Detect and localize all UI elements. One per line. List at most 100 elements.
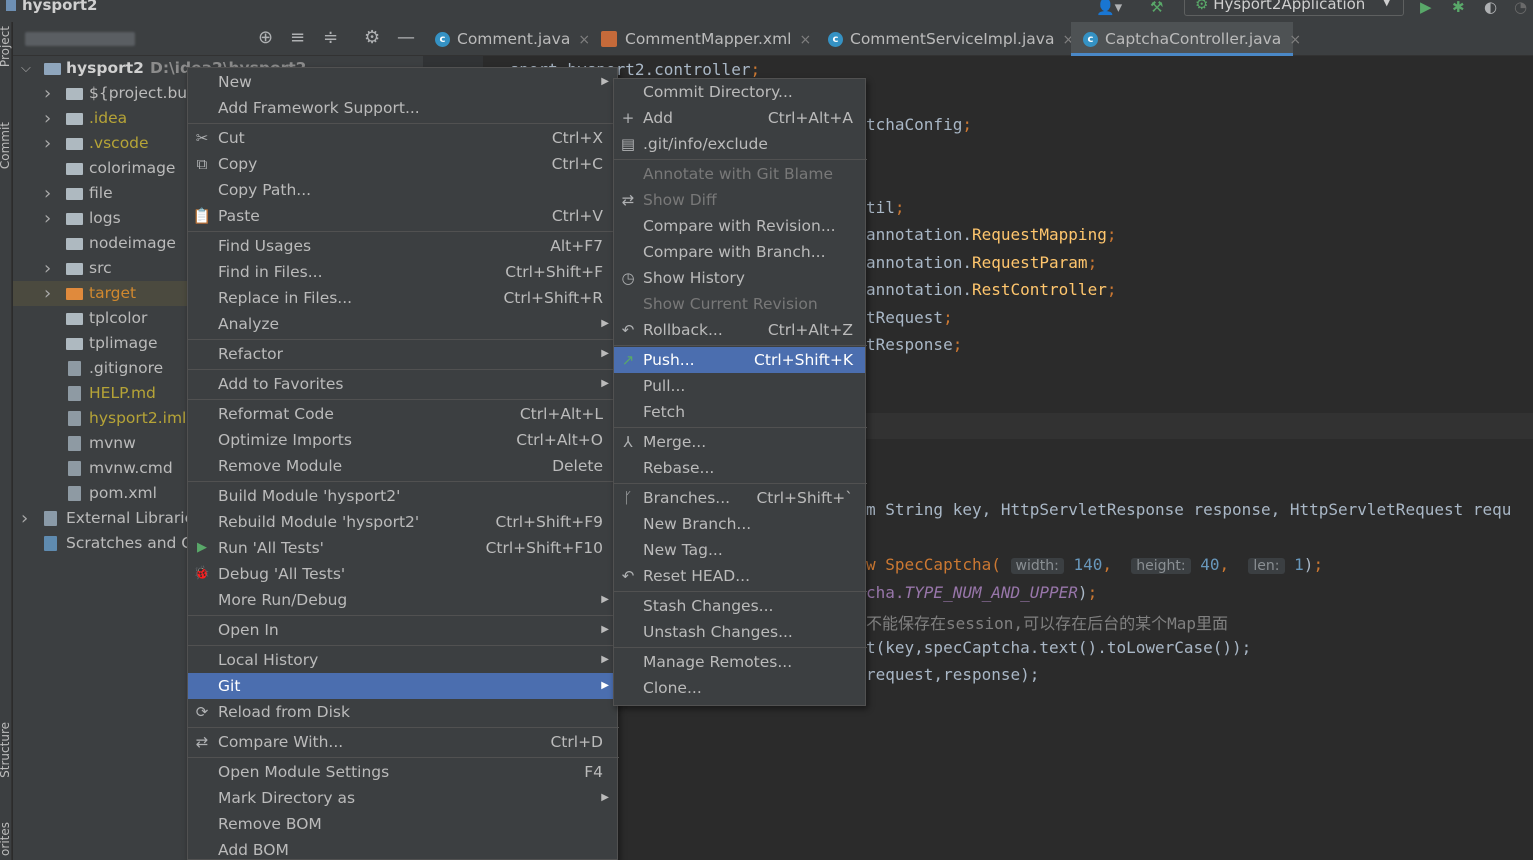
menu-item-reformat-code[interactable]: Reformat Code Ctrl+Alt+L bbox=[188, 401, 617, 427]
menu-item-git[interactable]: Git ▶ bbox=[188, 673, 617, 699]
favorites-tool-tab[interactable]: orites bbox=[0, 822, 12, 856]
project-title[interactable]: hysport2 bbox=[6, 0, 97, 14]
chevron-right-icon: ▶ bbox=[601, 680, 609, 691]
git-menu-item-merge[interactable]: ⅄ Merge... bbox=[614, 429, 865, 455]
menu-item-shortcut: Ctrl+Alt+L bbox=[519, 405, 603, 423]
gear-icon[interactable]: ⚙ bbox=[364, 27, 380, 48]
chevron-right-icon[interactable]: › bbox=[44, 131, 56, 156]
git-menu-item-unstash-changes[interactable]: Unstash Changes... bbox=[614, 619, 865, 645]
menu-item-optimize-imports[interactable]: Optimize Imports Ctrl+Alt+O bbox=[188, 427, 617, 453]
git-menu-item-add[interactable]: + Add Ctrl+Alt+A bbox=[614, 105, 865, 131]
menu-item-paste[interactable]: 📋 Paste Ctrl+V bbox=[188, 203, 617, 229]
expand-all-icon[interactable]: ≡ bbox=[290, 27, 305, 48]
git-menu-item-push[interactable]: ↗ Push... Ctrl+Shift+K bbox=[614, 347, 865, 373]
git-menu-item-pull[interactable]: Pull... bbox=[614, 373, 865, 399]
close-icon[interactable]: × bbox=[1289, 32, 1301, 48]
project-icon bbox=[6, 0, 16, 11]
locate-icon[interactable]: ⊕ bbox=[258, 27, 273, 48]
rollback-icon: ↶ bbox=[621, 321, 635, 339]
git-menu-item-new-branch[interactable]: New Branch... bbox=[614, 511, 865, 537]
tab-comment-java[interactable]: c Comment.java × bbox=[423, 22, 590, 56]
menu-item-label: Build Module 'hysport2' bbox=[218, 487, 401, 505]
tab-commentmapper-xml[interactable]: CommentMapper.xml × bbox=[591, 22, 813, 56]
git-menu-item-commit-directory[interactable]: Commit Directory... bbox=[614, 79, 865, 105]
menu-item-reload-from-disk[interactable]: ⟳ Reload from Disk bbox=[188, 699, 617, 725]
chevron-right-icon: ▶ bbox=[601, 654, 609, 665]
chevron-right-icon[interactable]: › bbox=[21, 506, 33, 531]
menu-item-shortcut: Ctrl+C bbox=[551, 155, 603, 173]
tree-item-label: tplimage bbox=[89, 334, 158, 352]
tab-label: Comment.java bbox=[457, 30, 571, 48]
commit-tool-tab[interactable]: Commit bbox=[0, 122, 12, 169]
run-icon[interactable]: ▶ bbox=[1420, 0, 1432, 16]
close-icon[interactable]: × bbox=[578, 32, 590, 48]
menu-item-copy-path[interactable]: Copy Path... bbox=[188, 177, 617, 203]
menu-item-local-history[interactable]: Local History ▶ bbox=[188, 647, 617, 673]
menu-item-more-run-debug[interactable]: More Run/Debug ▶ bbox=[188, 587, 617, 613]
build-hammer-icon[interactable]: ⚒ bbox=[1150, 0, 1163, 16]
chevron-down-icon[interactable]: ⌵ bbox=[21, 56, 33, 81]
menu-item-rebuild-module-hysport2[interactable]: Rebuild Module 'hysport2' Ctrl+Shift+F9 bbox=[188, 509, 617, 535]
git-menu-item-git-info-exclude[interactable]: ▤ .git/info/exclude bbox=[614, 131, 865, 157]
tab-commentserviceimpl-java[interactable]: c CommentServiceImpl.java × bbox=[816, 22, 1074, 56]
tab-captchacontroller-java[interactable]: c CaptchaController.java × bbox=[1071, 22, 1301, 56]
menu-item-debug-all-tests[interactable]: 🐞 Debug 'All Tests' bbox=[188, 561, 617, 587]
project-view-selector[interactable] bbox=[25, 32, 135, 46]
hide-icon[interactable]: — bbox=[397, 27, 415, 48]
menu-item-find-in-files[interactable]: Find in Files... Ctrl+Shift+F bbox=[188, 259, 617, 285]
git-menu-item-compare-with-branch[interactable]: Compare with Branch... bbox=[614, 239, 865, 265]
menu-item-remove-module[interactable]: Remove Module Delete bbox=[188, 453, 617, 479]
chevron-right-icon: ▶ bbox=[601, 594, 609, 605]
chevron-right-icon[interactable]: › bbox=[44, 206, 56, 231]
menu-item-cut[interactable]: ✂ Cut Ctrl+X bbox=[188, 125, 617, 151]
user-icon[interactable]: 👤▾ bbox=[1096, 0, 1122, 16]
git-menu-item-rebase[interactable]: Rebase... bbox=[614, 455, 865, 481]
menu-item-mark-directory-as[interactable]: Mark Directory as ▶ bbox=[188, 785, 617, 811]
git-menu-item-clone[interactable]: Clone... bbox=[614, 675, 865, 701]
close-icon[interactable]: × bbox=[799, 32, 811, 48]
folder-icon bbox=[66, 338, 83, 350]
git-menu-item-stash-changes[interactable]: Stash Changes... bbox=[614, 593, 865, 619]
structure-tool-tab[interactable]: Structure bbox=[0, 722, 12, 778]
menu-item-analyze[interactable]: Analyze ▶ bbox=[188, 311, 617, 337]
git-menu-item-branches[interactable]: ᚴ Branches... Ctrl+Shift+` bbox=[614, 485, 865, 511]
menu-item-replace-in-files[interactable]: Replace in Files... Ctrl+Shift+R bbox=[188, 285, 617, 311]
git-menu-item-compare-with-revision[interactable]: Compare with Revision... bbox=[614, 213, 865, 239]
menu-item-new[interactable]: New ▶ bbox=[188, 69, 617, 95]
chevron-right-icon[interactable]: › bbox=[44, 281, 56, 306]
project-tool-tab[interactable]: Project bbox=[0, 26, 12, 67]
git-menu-item-fetch[interactable]: Fetch bbox=[614, 399, 865, 425]
run-config-dropdown[interactable]: ⚙ Hysport2Application ▼ bbox=[1184, 0, 1404, 16]
menu-item-open-module-settings[interactable]: Open Module Settings F4 bbox=[188, 759, 617, 785]
collapse-all-icon[interactable]: ≑ bbox=[323, 27, 338, 48]
menu-item-open-in[interactable]: Open In ▶ bbox=[188, 617, 617, 643]
git-menu-item-rollback[interactable]: ↶ Rollback... Ctrl+Alt+Z bbox=[614, 317, 865, 343]
chevron-right-icon[interactable]: › bbox=[44, 106, 56, 131]
menu-item-label: Find Usages bbox=[218, 237, 312, 255]
menu-item-add-bom[interactable]: Add BOM bbox=[188, 837, 617, 860]
menu-item-add-to-favorites[interactable]: Add to Favorites ▶ bbox=[188, 371, 617, 397]
coverage-icon[interactable]: ◐ bbox=[1484, 0, 1497, 16]
menu-item-run-all-tests[interactable]: ▶ Run 'All Tests' Ctrl+Shift+F10 bbox=[188, 535, 617, 561]
menu-item-remove-bom[interactable]: Remove BOM bbox=[188, 811, 617, 837]
menu-separator bbox=[614, 159, 867, 160]
menu-item-refactor[interactable]: Refactor ▶ bbox=[188, 341, 617, 367]
debug-icon[interactable]: ✱ bbox=[1452, 0, 1465, 16]
menu-item-find-usages[interactable]: Find Usages Alt+F7 bbox=[188, 233, 617, 259]
menu-item-add-framework-support[interactable]: Add Framework Support... bbox=[188, 95, 617, 121]
chevron-right-icon[interactable]: › bbox=[44, 81, 56, 106]
profile-icon[interactable]: ◔ bbox=[1514, 0, 1527, 16]
menu-item-label: Compare with Branch... bbox=[643, 243, 826, 261]
git-menu-item-manage-remotes[interactable]: Manage Remotes... bbox=[614, 649, 865, 675]
chevron-right-icon[interactable]: › bbox=[44, 256, 56, 281]
git-menu-item-new-tag[interactable]: New Tag... bbox=[614, 537, 865, 563]
menu-item-compare-with[interactable]: ⇄ Compare With... Ctrl+D bbox=[188, 729, 617, 755]
code-line: til; bbox=[866, 198, 905, 217]
menu-item-build-module-hysport2[interactable]: Build Module 'hysport2' bbox=[188, 483, 617, 509]
menu-item-label: Show Current Revision bbox=[643, 295, 818, 313]
menu-item-copy[interactable]: ⧉ Copy Ctrl+C bbox=[188, 151, 617, 177]
chevron-right-icon[interactable]: › bbox=[44, 181, 56, 206]
git-menu-item-reset-head[interactable]: ↶ Reset HEAD... bbox=[614, 563, 865, 589]
git-menu-item-show-history[interactable]: ◷ Show History bbox=[614, 265, 865, 291]
add-icon: + bbox=[621, 109, 635, 127]
